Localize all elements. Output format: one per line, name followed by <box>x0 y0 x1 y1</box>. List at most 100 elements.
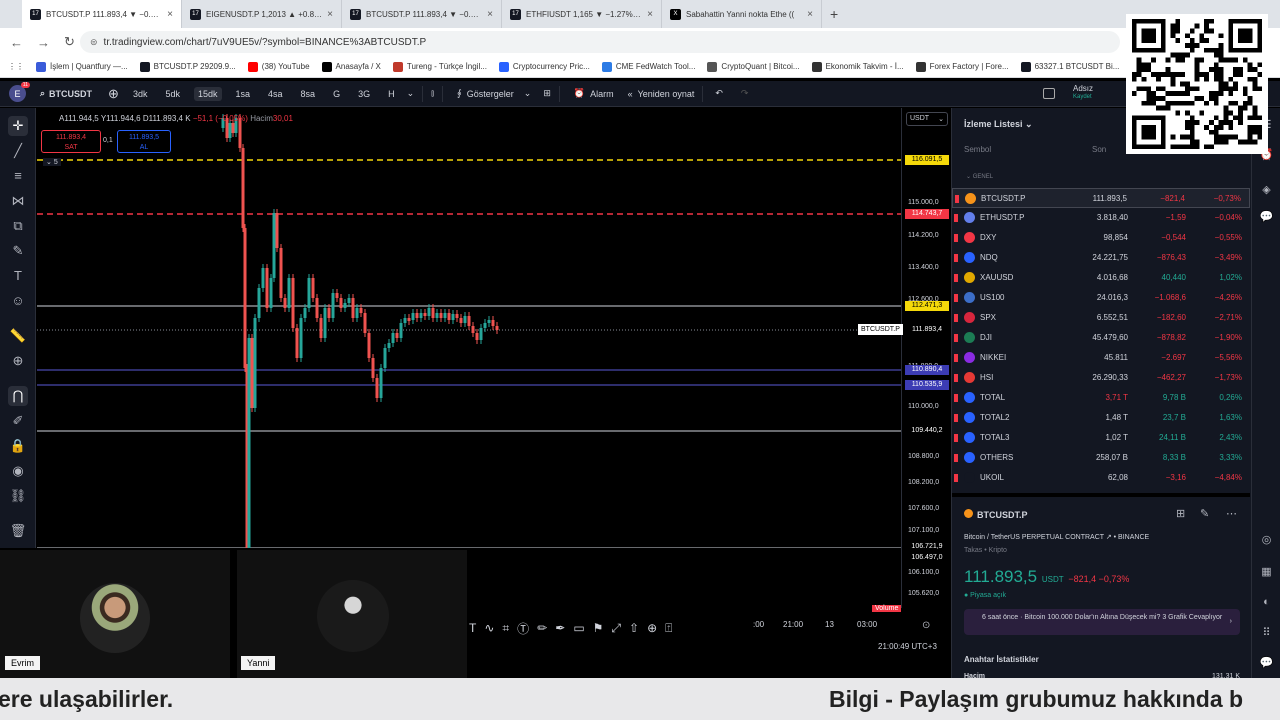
ideas-icon[interactable]: ◐ <box>1259 595 1274 610</box>
crosshair-icon[interactable]: ✛ <box>8 116 28 136</box>
close-icon[interactable]: × <box>807 9 813 20</box>
browser-tab[interactable]: X Sabahattin Yanni nokta Ethe ((× <box>662 0 822 28</box>
interval-1[interactable]: 5dk <box>161 87 184 101</box>
price-level-tag[interactable]: 111.893,4 <box>905 325 949 335</box>
url-input[interactable]: ⊜ tr.tradingview.com/chart/7uV9UE5v/?symb… <box>80 31 1120 53</box>
fib-icon[interactable]: ≡ <box>8 166 28 186</box>
calendar-icon[interactable]: ▦ <box>1259 565 1274 580</box>
callout-icon[interactable]: ▭ <box>573 621 584 635</box>
zoom-icon[interactable]: ⊕ <box>8 351 28 371</box>
interval-8[interactable]: H <box>384 87 399 101</box>
magnet-icon[interactable]: ⋂ <box>8 386 28 406</box>
symbol-search[interactable]: ⌕ BTCUSDT <box>40 88 92 99</box>
watchlist-row[interactable]: TOTAL2 1,48 T 23,7 B 1,63% <box>952 408 1250 428</box>
watchlist-row[interactable]: NDQ 24.221,75 −876,43 −3,49% <box>952 248 1250 268</box>
browser-tab[interactable]: 17 BTCUSDT.P 111.893,4 ▼ −0.73% × <box>22 0 182 28</box>
emoji-icon[interactable]: ☺ <box>8 291 28 311</box>
price-level-tag[interactable]: 116.091,5 <box>905 155 949 165</box>
chat-icon[interactable]: 💬 <box>1259 210 1274 225</box>
watchlist-row[interactable]: ETHUSDT.P 3.818,40 −1,59 −0,04% <box>952 208 1250 228</box>
pattern-icon[interactable]: ⋈ <box>8 191 28 211</box>
visibility-icon[interactable]: ◉ <box>8 461 28 481</box>
gann-icon[interactable]: ⌗ <box>502 621 509 636</box>
bookmark-item[interactable]: Anasayfa / X <box>321 61 381 72</box>
buy-button[interactable]: 111.893,5 AL <box>117 130 171 153</box>
price-level-tag[interactable]: 112.471,3 <box>905 301 949 311</box>
news-item[interactable]: 6 saat önce · Bitcoin 100.000 Dolar'ın A… <box>964 609 1240 635</box>
price-axis[interactable]: USDT ⌄ 115.000,0 114.200,0 113.400,0 112.60… <box>901 108 951 608</box>
watchlist-row[interactable]: SPX 6.552,51 −182,60 −2,71% <box>952 308 1250 328</box>
apps-icon[interactable]: ⋮⋮ <box>8 62 24 71</box>
bookmark-item[interactable]: Cryptocurrency Pric... <box>498 61 590 72</box>
bookmark-item[interactable]: CryptoQuant | Bitcoi... <box>707 61 800 72</box>
price-range-icon[interactable]: ⍐ <box>665 621 672 636</box>
trash-icon[interactable]: 🗑 <box>8 521 28 541</box>
price-level-tag[interactable]: 109.440,2 <box>905 426 949 436</box>
text-icon[interactable]: T <box>8 266 28 286</box>
bookmark-item[interactable]: 63327.1 BTCUSDT Bi... <box>1020 61 1119 72</box>
currency-select[interactable]: USDT ⌄ <box>906 112 948 126</box>
bookmark-item[interactable]: BTCUSDT.P 29209.9... <box>139 61 236 72</box>
link-icon[interactable]: ⛓ <box>8 486 28 506</box>
level-count[interactable]: ⌄ 5 <box>43 158 61 166</box>
bookmark-item[interactable]: (38) YouTube <box>247 61 310 72</box>
chevron-down-icon[interactable]: ⌄ <box>524 88 532 99</box>
help-icon[interactable]: 💬 <box>1259 656 1274 671</box>
back-icon[interactable]: ← <box>10 35 23 50</box>
price-level-tag[interactable]: 106.721,9 <box>905 542 949 552</box>
close-icon[interactable]: × <box>487 9 493 20</box>
text-box-icon[interactable]: Ⓣ <box>517 620 529 637</box>
watchlist-row[interactable]: US100 24.016,3 −1.068,6 −4,26% <box>952 288 1250 308</box>
forward-icon[interactable]: → <box>37 35 50 50</box>
reload-icon[interactable]: ↻ <box>64 34 75 50</box>
lock-icon[interactable]: 🔒 <box>8 436 28 456</box>
compare-add-icon[interactable]: ⊕ <box>108 86 119 102</box>
bookmark-item[interactable]: CME FedWatch Tool... <box>601 61 695 72</box>
detail-symbol[interactable]: BTCUSDT.P <box>964 509 1028 520</box>
price-level-tag[interactable]: 110.535,9 <box>905 380 949 390</box>
text-tool-icon[interactable]: T <box>469 621 476 635</box>
interval-0[interactable]: 3dk <box>129 87 152 101</box>
redo-icon[interactable]: ↷ <box>741 88 749 99</box>
bookmark-item[interactable]: Tureng - Türkçe İngil... <box>392 61 487 72</box>
arrow-up-icon[interactable]: ⇧ <box>629 621 639 635</box>
edit-icon[interactable]: ✎ <box>1200 507 1209 520</box>
fullscreen-icon[interactable] <box>1043 88 1055 99</box>
chart-type-icon[interactable]: ⫾ <box>431 88 434 99</box>
interval-2[interactable]: 15dk <box>193 86 222 101</box>
price-level-tag[interactable]: 114.743,7 <box>905 209 949 219</box>
interval-7[interactable]: 3G <box>354 87 374 101</box>
new-tab-icon[interactable]: + <box>830 6 838 22</box>
bookmark-item[interactable]: Forex Factory | Fore... <box>915 61 1009 72</box>
avatar[interactable]: E 11 <box>9 82 30 102</box>
indicators-button[interactable]: ⨕ Göstergeler <box>457 88 514 99</box>
flag-icon[interactable]: ⚑ <box>593 621 604 635</box>
watchlist-row[interactable]: TOTAL3 1,02 T 24,11 B 2,43% <box>952 428 1250 448</box>
projection-icon[interactable]: ⧉ <box>8 216 28 236</box>
browser-tab[interactable]: 17 ETHFIUSDT 1,165 ▼ −1.27% Ac × <box>502 0 662 28</box>
watchlist-row[interactable]: OTHERS 258,07 B 8,33 B 3,33% <box>952 448 1250 468</box>
target-icon[interactable]: ◎ <box>1259 533 1274 548</box>
chart-canvas[interactable] <box>37 108 901 548</box>
bookmark-item[interactable]: İşlem | Quantfury —... <box>36 61 128 72</box>
watchlist-row[interactable]: TOTAL 3,71 T 9,78 B 0,26% <box>952 388 1250 408</box>
watchlist-row[interactable]: DJI 45.479,60 −878,82 −1,90% <box>952 328 1250 348</box>
watchlist-row[interactable]: HSI 26.290,33 −462,27 −1,73% <box>952 368 1250 388</box>
undo-icon[interactable]: ↶ <box>715 88 723 99</box>
sell-button[interactable]: 111.893,4 SAT <box>41 130 101 153</box>
layout-name[interactable]: Adsız Kaydet <box>1073 84 1093 102</box>
target-icon[interactable]: ⊕ <box>647 621 657 635</box>
site-info-icon[interactable]: ⊜ <box>90 37 98 48</box>
trendline-icon[interactable]: ╱ <box>8 141 28 161</box>
settings-icon[interactable]: ⊙ <box>922 620 930 631</box>
pencil-icon[interactable]: ✏ <box>537 621 547 635</box>
more-icon[interactable]: ⋯ <box>1226 507 1237 520</box>
interval-5[interactable]: 8sa <box>297 87 320 101</box>
browser-tab[interactable]: 17 EIGENUSDT.P 1,2013 ▲ +0.87% × <box>182 0 342 28</box>
browser-tab[interactable]: 17 BTCUSDT.P 111.893,4 ▼ −0.73% × <box>342 0 502 28</box>
watchlist-row[interactable]: UKOIL 62,08 −3,16 −4,84% <box>952 468 1250 488</box>
lock-drawings-icon[interactable]: ✐ <box>8 411 28 431</box>
layout-grid-icon[interactable]: ⊞ <box>1176 507 1185 520</box>
close-icon[interactable]: × <box>167 9 173 20</box>
watchlist-row[interactable]: BTCUSDT.P 111.893,5 −821,4 −0,73% <box>952 188 1250 208</box>
